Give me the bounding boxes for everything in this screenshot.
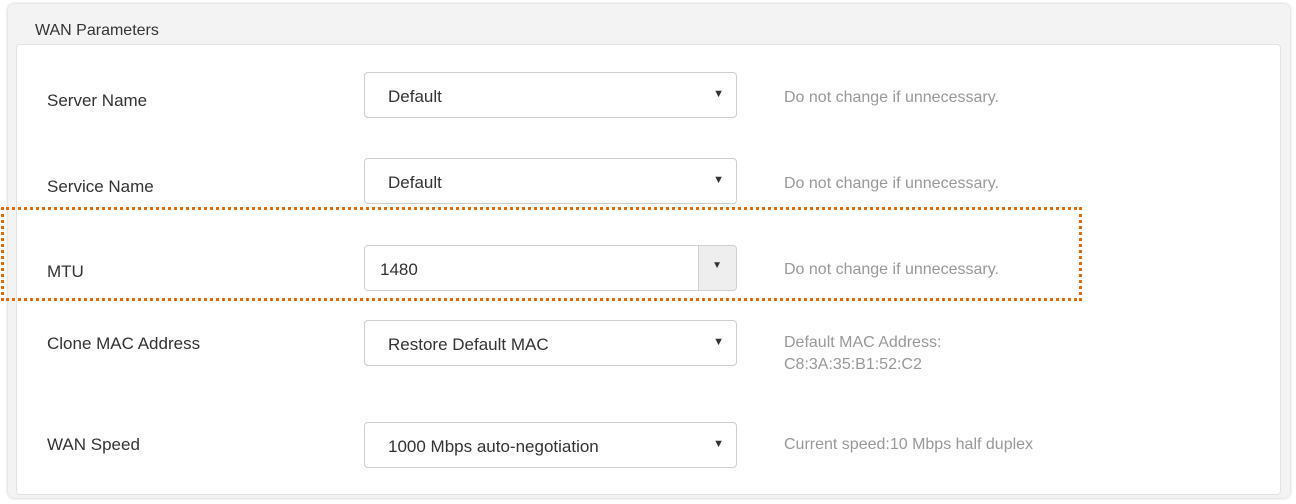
wan-speed-row: WAN Speed 1000 Mbps auto-negotiation ▼ C…	[17, 422, 1280, 472]
server-name-value: Default	[388, 87, 442, 106]
caret-down-icon: ▼	[713, 174, 724, 186]
mtu-input-value[interactable]: 1480	[380, 260, 418, 280]
panel-title: WAN Parameters	[35, 22, 159, 39]
mtu-combobox[interactable]: 1480 ▼	[364, 245, 737, 291]
wan-speed-select[interactable]: 1000 Mbps auto-negotiation ▼	[364, 422, 737, 468]
wan-parameters-panel: WAN Parameters Server Name Default ▼ Do …	[8, 4, 1290, 498]
wan-parameters-form: Server Name Default ▼ Do not change if u…	[16, 44, 1281, 495]
caret-down-icon: ▼	[713, 438, 724, 450]
caret-down-icon: ▼	[712, 260, 722, 271]
service-name-value: Default	[388, 173, 442, 192]
wan-speed-value: 1000 Mbps auto-negotiation	[388, 437, 599, 456]
wan-speed-hint: Current speed:10 Mbps half duplex	[784, 436, 1034, 453]
default-mac-caption: Default MAC Address:	[784, 334, 942, 351]
clone-mac-label: Clone MAC Address	[47, 334, 201, 353]
mtu-dropdown-button[interactable]: ▼	[698, 246, 736, 290]
clone-mac-select[interactable]: Restore Default MAC ▼	[364, 320, 737, 366]
server-name-row: Server Name Default ▼ Do not change if u…	[17, 72, 1280, 122]
server-name-hint: Do not change if unnecessary.	[784, 89, 999, 106]
mtu-label: MTU	[47, 262, 84, 281]
server-name-select[interactable]: Default ▼	[364, 72, 737, 118]
service-name-row: Service Name Default ▼ Do not change if …	[17, 158, 1280, 208]
mtu-hint: Do not change if unnecessary.	[784, 261, 999, 278]
service-name-select[interactable]: Default ▼	[364, 158, 737, 204]
wan-speed-label: WAN Speed	[47, 435, 140, 454]
server-name-label: Server Name	[47, 91, 148, 110]
service-name-hint: Do not change if unnecessary.	[784, 175, 999, 192]
clone-mac-hint: Default MAC Address: C8:3A:35:B1:52:C2	[784, 332, 941, 376]
caret-down-icon: ▼	[713, 336, 724, 348]
clone-mac-row: Clone MAC Address Restore Default MAC ▼ …	[17, 320, 1280, 373]
service-name-label: Service Name	[47, 177, 154, 196]
mtu-row: MTU 1480 ▼ Do not change if unnecessary.	[17, 245, 1280, 295]
default-mac-value: C8:3A:35:B1:52:C2	[784, 356, 922, 373]
caret-down-icon: ▼	[713, 88, 724, 100]
clone-mac-value: Restore Default MAC	[388, 335, 549, 354]
